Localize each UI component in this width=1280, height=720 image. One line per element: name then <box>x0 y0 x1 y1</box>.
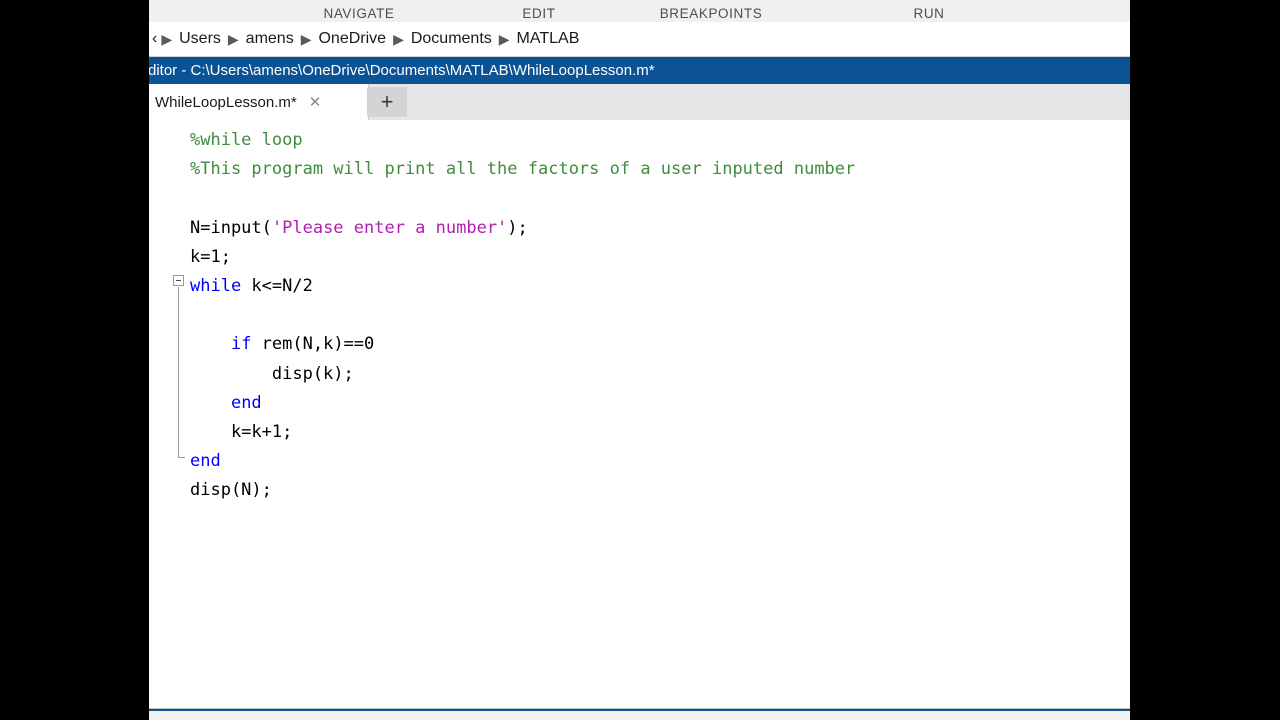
code-line: if rem(N,k)==0 <box>190 330 855 359</box>
ribbon-tab-run[interactable]: RUN <box>839 0 1019 22</box>
chevron-right-icon: ▶ <box>227 30 239 47</box>
ribbon-tab-breakpoints-label: BREAKPOINTS <box>659 6 763 21</box>
code-token-comment: %while loop <box>190 130 303 150</box>
code-token-comment: %This program will print all the factors… <box>190 159 856 180</box>
breadcrumb-item-onedrive[interactable]: OneDrive <box>318 30 386 48</box>
ribbon-tab-edit-label: EDIT <box>522 6 556 21</box>
breadcrumb-item-users[interactable]: Users <box>179 30 221 48</box>
breadcrumb: ‹ ▶ Users ▶ amens ▶ OneDrive ▶ Documents… <box>149 22 1130 57</box>
ribbon-tab-breakpoints[interactable]: BREAKPOINTS <box>611 0 811 22</box>
code-line: end <box>190 389 855 418</box>
code-line: N=input('Please enter a number'); <box>190 214 855 243</box>
fold-range-line <box>178 287 179 457</box>
code-token-string: 'Please enter a number' <box>271 217 508 238</box>
code-token-plain: k=1; <box>190 246 231 267</box>
tab-label: WhileLoopLesson.m* <box>155 93 297 111</box>
matlab-editor-window: NAVIGATE EDIT BREAKPOINTS RUN ‹ ▶ Users … <box>149 0 1130 720</box>
document-tab-strip: WhileLoopLesson.m* ✕ + <box>149 84 1130 121</box>
window-title-text: ditor - C:\Users\amens\OneDrive\Document… <box>149 62 655 79</box>
code-token-plain: ); <box>507 217 528 238</box>
status-accent-line <box>149 709 1130 711</box>
code-token-plain: disp(k); <box>190 363 354 384</box>
code-token-plain: rem(N,k)==0 <box>251 334 375 355</box>
code-text[interactable]: %while loop %This program will print all … <box>190 126 855 505</box>
plus-icon: + <box>380 89 394 114</box>
code-token-keyword: while <box>190 275 242 296</box>
code-line: k=k+1; <box>190 418 855 447</box>
chevron-right-icon: ▶ <box>300 30 312 47</box>
code-line: disp(N); <box>190 476 855 505</box>
breadcrumb-item-matlab[interactable]: MATLAB <box>517 30 580 48</box>
code-token-plain: k=k+1; <box>190 421 293 442</box>
code-line: %while loop <box>190 126 855 155</box>
code-token-keyword: if <box>230 334 252 355</box>
window-title-bar: ditor - C:\Users\amens\OneDrive\Document… <box>149 57 1130 84</box>
chevron-right-icon: ▶ <box>498 30 510 47</box>
fold-range-foot <box>178 457 185 458</box>
new-tab-button[interactable]: + <box>367 87 407 117</box>
code-token-plain: N=input( <box>190 217 272 238</box>
code-line: disp(k); <box>190 360 855 389</box>
chevron-right-icon: ▶ <box>161 30 173 47</box>
code-editor[interactable]: %while loop %This program will print all … <box>149 120 1130 708</box>
ribbon-tab-navigate-label: NAVIGATE <box>323 6 395 21</box>
code-token-plain: k<=N/2 <box>241 275 313 296</box>
code-token-plain: disp(N); <box>190 480 272 501</box>
ribbon-tab-navigate[interactable]: NAVIGATE <box>269 0 449 22</box>
ribbon-tab-run-label: RUN <box>913 6 945 21</box>
code-line: end <box>190 447 855 476</box>
status-bar <box>149 708 1130 720</box>
screen: NAVIGATE EDIT BREAKPOINTS RUN ‹ ▶ Users … <box>0 0 1280 720</box>
code-line: while k<=N/2 <box>190 272 855 301</box>
chevron-right-icon: ▶ <box>393 30 404 47</box>
code-line: %This program will print all the factors… <box>190 155 855 184</box>
ribbon-tab-strip: NAVIGATE EDIT BREAKPOINTS RUN <box>149 0 1130 23</box>
tab-whileloplesson[interactable]: WhileLoopLesson.m* ✕ <box>149 84 369 120</box>
breadcrumb-item-amens[interactable]: amens <box>246 30 294 48</box>
code-line: k=1; <box>190 243 855 272</box>
code-token-keyword: end <box>230 392 262 413</box>
code-token-keyword: end <box>190 451 221 472</box>
ribbon-tab-edit[interactable]: EDIT <box>449 0 629 22</box>
breadcrumb-item-documents[interactable]: Documents <box>411 30 492 48</box>
fold-collapse-icon[interactable] <box>173 275 184 286</box>
close-icon[interactable]: ✕ <box>309 95 322 110</box>
